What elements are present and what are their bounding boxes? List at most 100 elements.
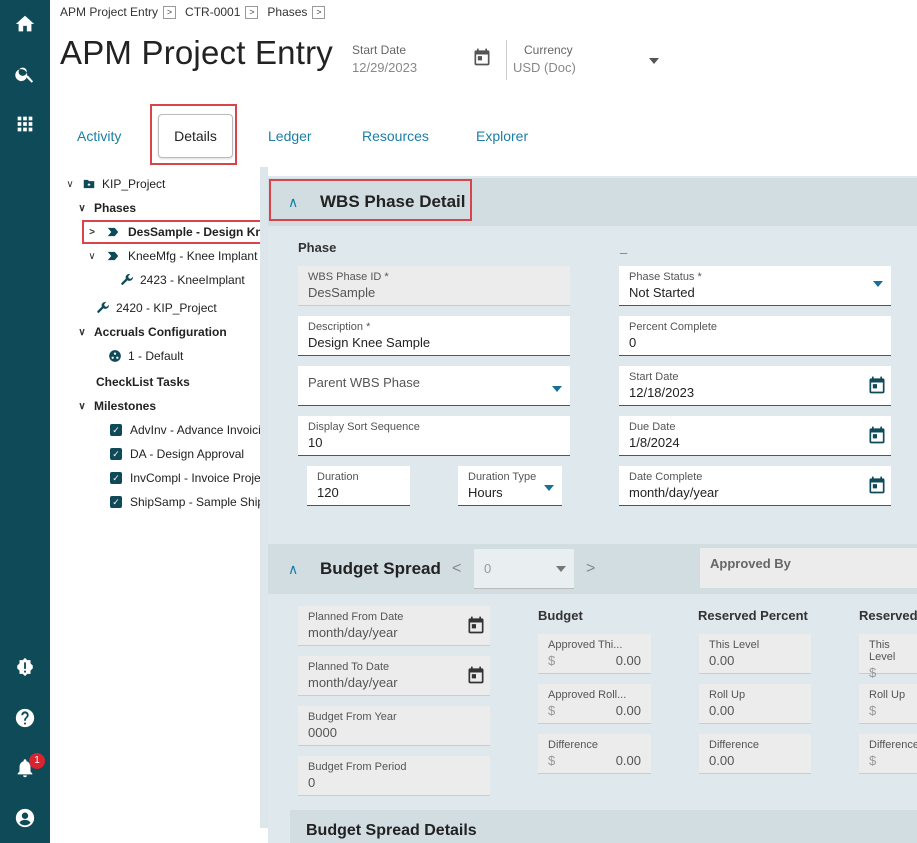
chevron-right-icon[interactable]: > bbox=[586, 560, 595, 578]
chevron-up-icon[interactable]: ∧ bbox=[288, 194, 298, 211]
percent-complete-field[interactable]: Percent Complete 0 bbox=[619, 316, 891, 356]
alert-gear-icon[interactable] bbox=[0, 647, 50, 687]
field-value: 0 bbox=[629, 335, 637, 350]
header-currency[interactable]: Currency USD (Doc) bbox=[513, 43, 576, 75]
tree-node-milestone[interactable]: ✓ DA - Design Approval bbox=[110, 444, 244, 464]
chevron-down-icon[interactable] bbox=[873, 281, 883, 287]
chevron-down-icon[interactable] bbox=[552, 386, 562, 392]
reserved-amt-difference-field[interactable]: Difference $ bbox=[859, 734, 917, 774]
budget-spread-details-header[interactable]: Budget Spread Details bbox=[290, 810, 917, 843]
section-title: WBS Phase Detail bbox=[320, 192, 466, 211]
budget-difference-field[interactable]: Difference $0.00 bbox=[538, 734, 651, 774]
due-date-field[interactable]: Due Date 1/8/2024 bbox=[619, 416, 891, 456]
field-value: 0000 bbox=[308, 725, 337, 740]
tree-node-milestone[interactable]: ✓ InvCompl - Invoice Project bbox=[110, 468, 260, 488]
main-panel: ∧ WBS Phase Detail Phase _ WBS Phase ID … bbox=[268, 176, 917, 843]
chevron-down-icon[interactable]: ∨ bbox=[76, 327, 88, 338]
help-icon[interactable] bbox=[0, 698, 50, 738]
planned-from-date-field[interactable]: Planned From Date month/day/year bbox=[298, 606, 490, 646]
tree-node-accrual-default[interactable]: 1 - Default bbox=[108, 346, 183, 366]
chevron-down-icon[interactable] bbox=[556, 566, 566, 572]
calendar-icon[interactable] bbox=[867, 475, 887, 500]
breadcrumb-item[interactable]: Phases > bbox=[267, 5, 326, 19]
tab-ledger[interactable]: Ledger bbox=[268, 128, 312, 144]
search-icon[interactable] bbox=[0, 54, 50, 94]
calendar-icon[interactable] bbox=[466, 665, 486, 690]
tree-node-phases[interactable]: ∨ Phases bbox=[76, 198, 136, 218]
budget-spread-header[interactable]: ∧ Budget Spread < 0 > Approved By bbox=[268, 544, 917, 594]
date-complete-field[interactable]: Date Complete month/day/year bbox=[619, 466, 891, 506]
tab-activity[interactable]: Activity bbox=[77, 128, 121, 144]
splitter[interactable] bbox=[260, 167, 268, 828]
calendar-icon[interactable] bbox=[867, 375, 887, 400]
tree-node-kneeimplant[interactable]: 2423 - KneeImplant bbox=[120, 270, 245, 290]
tree-node-accruals[interactable]: ∨ Accruals Configuration bbox=[76, 322, 226, 342]
reserved-amt-roll-up-field[interactable]: Roll Up $ bbox=[859, 684, 917, 724]
breadcrumb-item[interactable]: APM Project Entry > bbox=[60, 5, 177, 19]
chevron-left-icon[interactable]: < bbox=[452, 560, 461, 578]
budget-from-year-field[interactable]: Budget From Year 0000 bbox=[298, 706, 490, 746]
phase-status-select[interactable]: Phase Status * Not Started bbox=[619, 266, 891, 306]
duration-field[interactable]: Duration 120 bbox=[307, 466, 410, 506]
start-date-field[interactable]: Start Date 12/18/2023 bbox=[619, 366, 891, 406]
field-value: 120 bbox=[317, 485, 339, 500]
accrual-icon bbox=[108, 349, 122, 363]
field-placeholder: Parent WBS Phase bbox=[308, 375, 420, 390]
field-value: month/day/year bbox=[308, 625, 398, 640]
tab-resources[interactable]: Resources bbox=[362, 128, 429, 144]
project-item-label: 2420 - KIP_Project bbox=[116, 301, 217, 315]
display-sort-sequence-field[interactable]: Display Sort Sequence 10 bbox=[298, 416, 570, 456]
checkbox-checked-icon: ✓ bbox=[110, 496, 122, 508]
chevron-down-icon[interactable]: ∨ bbox=[76, 203, 88, 214]
period-select[interactable]: 0 bbox=[474, 549, 574, 589]
planned-to-date-field[interactable]: Planned To Date month/day/year bbox=[298, 656, 490, 696]
milestone-label: AdvInv - Advance Invoicing bbox=[130, 423, 260, 437]
parent-wbs-phase-select[interactable]: Parent WBS Phase bbox=[298, 366, 570, 406]
tab-details[interactable]: Details bbox=[158, 114, 233, 158]
reserved-amt-this-level-field[interactable]: This Level $ bbox=[859, 634, 917, 680]
notifications-bell-icon[interactable] bbox=[0, 748, 50, 788]
tree-node-root[interactable]: ∨ KIP_Project bbox=[64, 174, 165, 194]
tree-node-milestone[interactable]: ✓ AdvInv - Advance Invoicing bbox=[110, 420, 260, 440]
chevron-down-icon[interactable]: ∨ bbox=[86, 251, 98, 262]
chevron-down-icon[interactable]: ∨ bbox=[76, 401, 88, 412]
chevron-right-icon[interactable]: > bbox=[245, 5, 259, 19]
chevron-up-icon[interactable]: ∧ bbox=[288, 561, 298, 578]
chevron-down-icon[interactable]: ∨ bbox=[64, 179, 76, 190]
calendar-icon[interactable] bbox=[466, 615, 486, 640]
tree-node-phase-dessample[interactable]: > DesSample - Design Knee S bbox=[86, 222, 260, 242]
field-label: Duration bbox=[317, 471, 359, 483]
wbs-phase-detail-header[interactable]: ∧ WBS Phase Detail bbox=[268, 178, 917, 226]
tree-node-milestone[interactable]: ✓ ShipSamp - Sample Shipm bbox=[110, 492, 260, 512]
field-label: This Level bbox=[869, 639, 896, 663]
budget-from-period-field[interactable]: Budget From Period 0 bbox=[298, 756, 490, 796]
breadcrumb-item[interactable]: CTR-0001 > bbox=[185, 5, 259, 19]
field-value: 0.00 bbox=[709, 753, 735, 768]
reserved-this-level-field[interactable]: This Level 0.00 bbox=[699, 634, 811, 674]
field-value: 0.00 bbox=[615, 753, 641, 768]
approved-roll-field[interactable]: Approved Roll... $0.00 bbox=[538, 684, 651, 724]
currency-dropdown-icon[interactable] bbox=[649, 58, 659, 64]
reserved-difference-field[interactable]: Difference 0.00 bbox=[699, 734, 811, 774]
chevron-right-icon[interactable]: > bbox=[86, 227, 98, 238]
wbs-phase-id-field[interactable]: WBS Phase ID * DesSample bbox=[298, 266, 570, 306]
tree-node-milestones[interactable]: ∨ Milestones bbox=[76, 396, 156, 416]
apps-grid-icon[interactable] bbox=[0, 104, 50, 144]
description-field[interactable]: Description * Design Knee Sample bbox=[298, 316, 570, 356]
reserved-roll-up-field[interactable]: Roll Up 0.00 bbox=[699, 684, 811, 724]
calendar-icon[interactable] bbox=[867, 425, 887, 450]
approved-this-field[interactable]: Approved Thi... $0.00 bbox=[538, 634, 651, 674]
field-label: Display Sort Sequence bbox=[308, 421, 420, 433]
chevron-right-icon[interactable]: > bbox=[312, 5, 326, 19]
duration-type-select[interactable]: Duration Type Hours bbox=[458, 466, 562, 506]
tree-node-project[interactable]: 2420 - KIP_Project bbox=[96, 298, 217, 318]
approved-by-field[interactable]: Approved By bbox=[700, 548, 917, 588]
home-icon[interactable] bbox=[0, 4, 50, 44]
chevron-down-icon[interactable] bbox=[544, 485, 554, 491]
tree-node-phase-kneemfg[interactable]: ∨ KneeMfg - Knee Implant M bbox=[86, 246, 260, 266]
calendar-icon[interactable] bbox=[472, 47, 492, 72]
tab-explorer[interactable]: Explorer bbox=[476, 128, 528, 144]
chevron-right-icon[interactable]: > bbox=[163, 5, 177, 19]
user-profile-icon[interactable] bbox=[0, 798, 50, 838]
tree-node-checklist[interactable]: CheckList Tasks bbox=[96, 372, 190, 392]
